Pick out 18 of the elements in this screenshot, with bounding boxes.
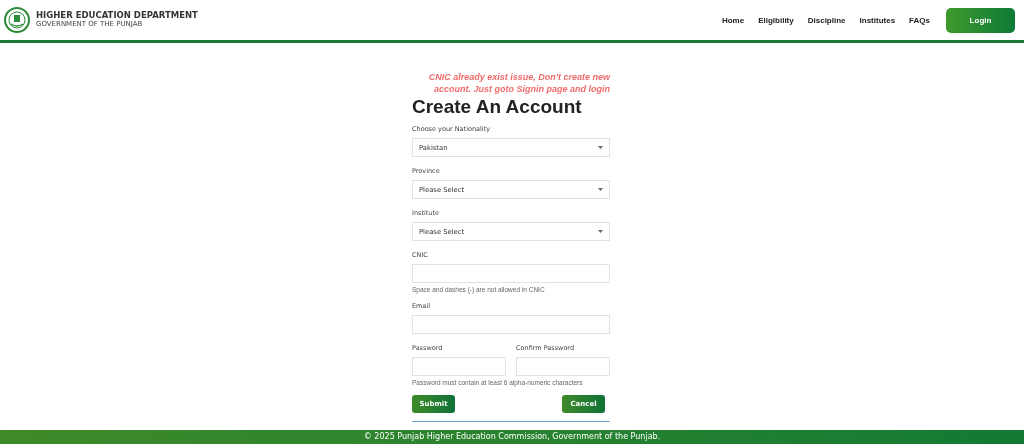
caret-icon [598,230,603,234]
input-field[interactable] [412,357,506,377]
emblem-logo [4,7,30,33]
page-heading: Create An Account [412,96,583,119]
nav-link[interactable]: Discipline [807,15,846,25]
caret-icon [598,188,603,192]
input-field[interactable] [516,357,610,377]
footer-bar: © 2025 Punjab Higher Education Commission, Government of the Punjab. [0,430,1024,444]
input-field[interactable] [412,315,610,335]
nav-link[interactable]: Eligibility [758,15,794,25]
warning-notice: CNIC already exist issue, Don't create new account. Just goto Signin page and login [427,72,610,96]
login-button[interactable]: Login [946,7,1015,33]
nav-link[interactable]: FAQs [909,15,930,25]
brand-title: HIGHER EDUCATION DEPARTMENT [36,11,198,21]
nav-link[interactable]: Institutes [859,15,896,25]
caret-icon [598,146,603,150]
nav-link[interactable]: Home [721,15,745,25]
input-field[interactable] [412,264,610,284]
